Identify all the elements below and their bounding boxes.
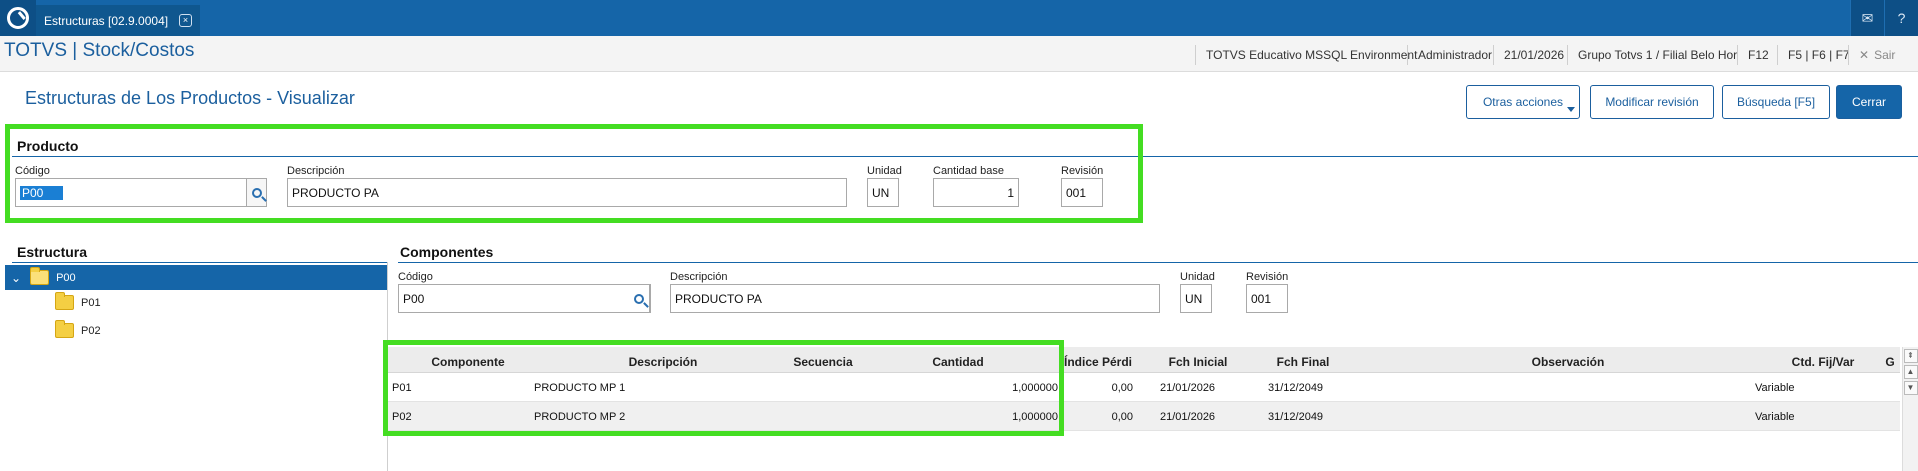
estructura-divider [12, 262, 387, 263]
comp-revision-field[interactable]: 001 [1246, 284, 1288, 313]
tab-label: Estructuras [02.9.0004] [44, 13, 169, 28]
environment-status[interactable]: TOTVS Educativo MSSQL Environment [1195, 45, 1427, 65]
top-bar: Estructuras [02.9.0004] × ✉ ? [0, 0, 1918, 36]
search-icon [251, 187, 262, 198]
tree-item-p02[interactable]: P02 [5, 318, 388, 343]
codigo-value: P00 [20, 185, 64, 200]
f12-shortcut[interactable]: F12 [1737, 45, 1779, 65]
comp-codigo-field[interactable]: P00 [398, 284, 651, 313]
codigo-field[interactable]: P00 [15, 178, 247, 207]
page-title: Estructuras de Los Productos - Visualiza… [25, 88, 355, 108]
cell-componente: P01 [392, 382, 412, 394]
close-button[interactable]: Cerrar [1836, 85, 1902, 119]
cell-ctd: Variable [1755, 411, 1795, 423]
grid-header: Componente Descripción Secuencia Cantida… [388, 347, 1900, 373]
table-row[interactable]: P01 PRODUCTO MP 1 1,000000 0,00 21/01/20… [388, 373, 1900, 402]
comp-unidad-label: Unidad [1180, 271, 1215, 283]
folder-icon [55, 320, 74, 338]
cell-cantidad: 1,000000 [1012, 382, 1058, 394]
comp-revision-label: Revisión [1246, 271, 1289, 283]
unidad-field[interactable]: UN [867, 178, 899, 207]
tree-item-label: P01 [81, 296, 101, 309]
unidad-label: Unidad [867, 165, 902, 177]
revision-field[interactable]: 001 [1061, 178, 1103, 207]
revision-label: Revisión [1061, 165, 1104, 177]
cell-fch-final: 31/12/2049 [1268, 382, 1324, 394]
componentes-section-title: Componentes [400, 244, 494, 260]
col-observacion[interactable]: Observación [1508, 355, 1628, 369]
comp-descripcion-label: Descripción [670, 271, 728, 283]
comp-unidad-field[interactable]: UN [1180, 284, 1212, 313]
col-ctd-fij-var[interactable]: Ctd. Fij/Var [1773, 355, 1873, 369]
close-icon[interactable]: × [179, 14, 192, 27]
cell-indice: 0,00 [1111, 411, 1133, 423]
mail-icon[interactable]: ✉ [1850, 0, 1884, 36]
producto-divider [12, 156, 1918, 157]
app-title: TOTVS | Stock/Costos [4, 40, 195, 61]
componentes-divider [398, 262, 1918, 263]
cell-fch-final: 31/12/2049 [1268, 411, 1324, 423]
scroll-down-icon[interactable]: ▼ [1903, 381, 1918, 395]
comp-descripcion-field[interactable]: PRODUCTO PA [670, 284, 1160, 313]
col-cantidad[interactable]: Cantidad [908, 355, 1008, 369]
codigo-label: Código [15, 165, 50, 177]
estructura-section-title: Estructura [17, 244, 88, 260]
scroll-top-icon[interactable]: ⇞ [1903, 349, 1918, 363]
col-indice-perdi[interactable]: Índice Pérdi [1058, 355, 1138, 369]
col-secuencia[interactable]: Secuencia [773, 355, 873, 369]
close-x-icon: ✕ [1859, 48, 1870, 62]
cell-ctd: Variable [1755, 382, 1795, 394]
modify-revision-button[interactable]: Modificar revisión [1590, 85, 1714, 119]
folder-open-icon [30, 267, 50, 285]
tree-item-p01[interactable]: P01 [5, 290, 388, 315]
col-descripcion[interactable]: Descripción [598, 355, 728, 369]
cell-descripcion: PRODUCTO MP 1 [534, 382, 626, 394]
folder-icon [55, 292, 74, 310]
other-actions-label: Otras acciones [1482, 95, 1564, 109]
exit-button[interactable]: ✕ Sair [1848, 45, 1905, 65]
branch-status[interactable]: Grupo Totvs 1 / Filial Belo Hor [1567, 45, 1747, 65]
comp-codigo-lookup-button[interactable] [629, 284, 650, 313]
cell-descripcion: PRODUCTO MP 2 [534, 411, 626, 423]
tree-item-p00[interactable]: ⌄ P00 [5, 265, 388, 290]
grid-scrollbar[interactable]: ⇞ ▲ ▼ [1902, 347, 1918, 471]
comp-codigo-label: Código [398, 271, 433, 283]
cantidad-base-label: Cantidad base [933, 165, 1004, 177]
descripcion-label: Descripción [287, 165, 345, 177]
date-status[interactable]: 21/01/2026 [1493, 45, 1574, 65]
table-row[interactable]: P02 PRODUCTO MP 2 1,000000 0,00 21/01/20… [388, 402, 1900, 431]
exit-label: Sair [1874, 48, 1896, 62]
codigo-lookup-button[interactable] [246, 178, 267, 207]
search-button[interactable]: Búsqueda [F5] [1722, 85, 1830, 119]
cantidad-base-field[interactable]: 1 [933, 178, 1019, 207]
chevron-down-icon [1567, 107, 1575, 112]
cell-fch-inicial: 21/01/2026 [1160, 382, 1216, 394]
other-actions-button[interactable]: Otras acciones [1466, 85, 1580, 119]
tree-item-label: P00 [56, 271, 76, 284]
tab-estructuras[interactable]: Estructuras [02.9.0004] × [36, 5, 200, 36]
chevron-down-icon[interactable]: ⌄ [11, 272, 21, 284]
scroll-up-icon[interactable]: ▲ [1903, 365, 1918, 379]
descripcion-field[interactable]: PRODUCTO PA [287, 178, 847, 207]
help-icon[interactable]: ? [1884, 0, 1918, 36]
user-status[interactable]: Administrador [1407, 45, 1502, 65]
col-componente[interactable]: Componente [413, 355, 523, 369]
producto-section-title: Producto [17, 138, 79, 154]
totvs-logo-icon[interactable] [0, 0, 36, 36]
cell-componente: P02 [392, 411, 412, 423]
title-bar: TOTVS | Stock/Costos TOTVS Educativo MSS… [0, 36, 1918, 72]
search-icon [634, 293, 644, 304]
tree-item-label: P02 [81, 324, 101, 337]
col-fch-final[interactable]: Fch Final [1258, 355, 1348, 369]
cell-cantidad: 1,000000 [1012, 411, 1058, 423]
col-g[interactable]: G [1883, 355, 1897, 369]
cell-fch-inicial: 21/01/2026 [1160, 411, 1216, 423]
cell-indice: 0,00 [1111, 382, 1133, 394]
col-fch-inicial[interactable]: Fch Inicial [1153, 355, 1243, 369]
